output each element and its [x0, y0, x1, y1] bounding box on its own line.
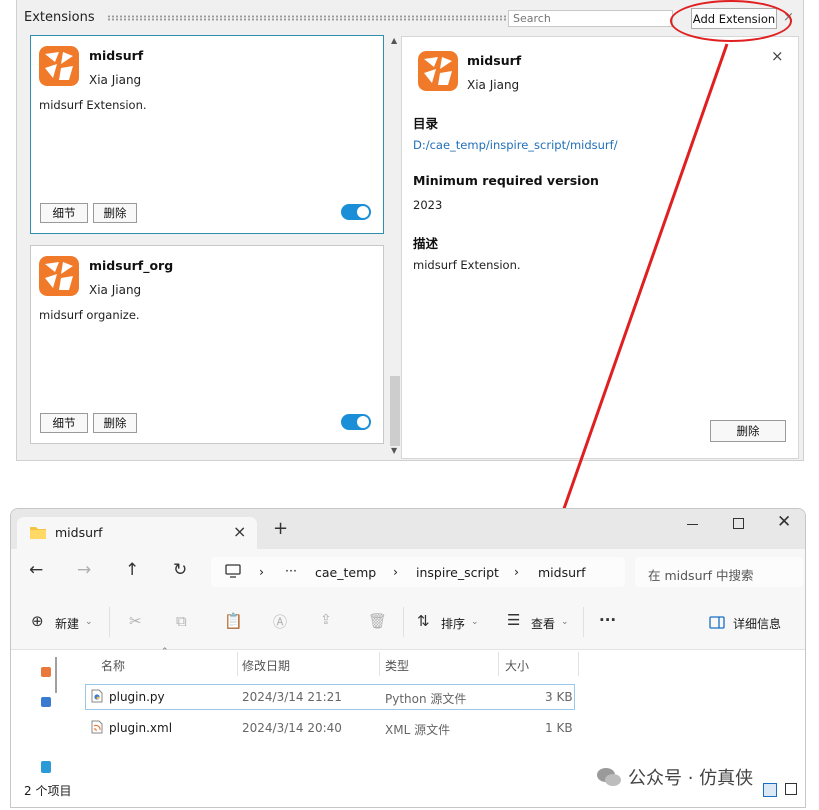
tab-midsurf[interactable]: midsurf × [17, 517, 257, 549]
column-separator[interactable] [379, 652, 380, 676]
breadcrumb-cae-temp[interactable]: cae_temp [315, 565, 376, 580]
sort-icon[interactable]: ⇅ [417, 612, 430, 630]
column-header-name[interactable]: 名称 [101, 657, 125, 674]
details-pane-icon [709, 616, 725, 629]
folder-search-placeholder: 在 midsurf 中搜索 [648, 568, 754, 583]
cut-icon[interactable]: ✂ [129, 612, 142, 630]
rename-icon[interactable]: Ⓐ [273, 612, 287, 632]
new-icon[interactable]: ⊕ [31, 612, 44, 630]
python-file-icon [91, 689, 103, 703]
column-header-date[interactable]: 修改日期 [242, 657, 290, 674]
breadcrumb-chevron-icon: › [393, 564, 398, 579]
column-header-type[interactable]: 类型 [385, 657, 409, 674]
nav-drive-icon[interactable] [41, 761, 51, 773]
copy-icon[interactable]: ⧉ [176, 612, 187, 630]
toolbar-divider [583, 607, 584, 637]
computer-icon [225, 564, 241, 578]
folder-icon [30, 527, 46, 539]
view-icon[interactable]: ☰ [507, 611, 520, 629]
refresh-icon[interactable]: ↻ [173, 560, 187, 580]
nav-home-icon[interactable] [41, 667, 51, 677]
column-separator[interactable] [578, 652, 579, 676]
breadcrumb-midsurf[interactable]: midsurf [538, 565, 586, 580]
minimize-icon[interactable] [687, 524, 698, 525]
breadcrumb-chevron-icon: › [259, 564, 264, 579]
paste-icon[interactable]: 📋 [224, 612, 243, 630]
file-size: 3 KB [545, 690, 573, 704]
up-icon[interactable]: ↑ [125, 560, 139, 580]
more-options-icon[interactable]: ··· [599, 611, 616, 629]
tab-close-icon[interactable]: × [233, 522, 246, 541]
breadcrumb-more[interactable]: ··· [285, 563, 297, 578]
breadcrumb-chevron-icon: › [514, 564, 519, 579]
file-date: 2024/3/14 20:40 [242, 721, 342, 735]
delete-icon[interactable]: 🗑 [368, 612, 387, 630]
breadcrumb-inspire-script[interactable]: inspire_script [416, 565, 499, 580]
sort-up-icon: ⌃ [161, 647, 169, 657]
share-icon[interactable]: ⇪ [320, 612, 332, 628]
maximize-icon[interactable] [733, 518, 744, 529]
toolbar-divider [109, 607, 110, 637]
chevron-down-icon: ⌄ [471, 617, 479, 627]
tab-title: midsurf [55, 525, 103, 540]
chevron-down-icon: ⌄ [561, 617, 569, 627]
back-icon[interactable]: ← [29, 560, 43, 580]
nav-scrollbar[interactable] [55, 657, 57, 693]
nav-gallery-icon[interactable] [41, 697, 51, 707]
new-button[interactable]: 新建 [55, 615, 79, 632]
file-type: XML 源文件 [385, 723, 451, 737]
chevron-down-icon: ⌄ [85, 617, 93, 627]
toolbar-divider [403, 607, 404, 637]
column-separator[interactable] [237, 652, 238, 676]
tiles-view-icon[interactable] [785, 783, 797, 795]
new-tab-icon[interactable]: + [273, 518, 288, 539]
watermark-text: 公众号 · 仿真侠 [628, 768, 754, 789]
wechat-icon [597, 768, 621, 786]
column-header-size[interactable]: 大小 [505, 657, 529, 674]
file-date: 2024/3/14 21:21 [242, 690, 342, 704]
window-close-icon[interactable]: ✕ [777, 512, 791, 532]
view-button[interactable]: 查看 [531, 615, 555, 632]
sort-button[interactable]: 排序 [441, 615, 465, 632]
details-view-icon[interactable] [763, 783, 777, 797]
status-item-count: 2 个项目 [24, 784, 72, 798]
details-pane-button[interactable]: 详细信息 [733, 615, 781, 632]
forward-icon[interactable]: → [77, 560, 91, 580]
file-type: Python 源文件 [385, 692, 467, 706]
file-name[interactable]: plugin.py [109, 690, 165, 704]
file-name[interactable]: plugin.xml [109, 721, 172, 735]
file-explorer-window: midsurf × + ✕ ← → ↑ ↻ › ··· cae_temp › i… [10, 508, 806, 808]
file-size: 1 KB [545, 721, 573, 735]
column-separator[interactable] [498, 652, 499, 676]
xml-file-icon [91, 720, 103, 734]
